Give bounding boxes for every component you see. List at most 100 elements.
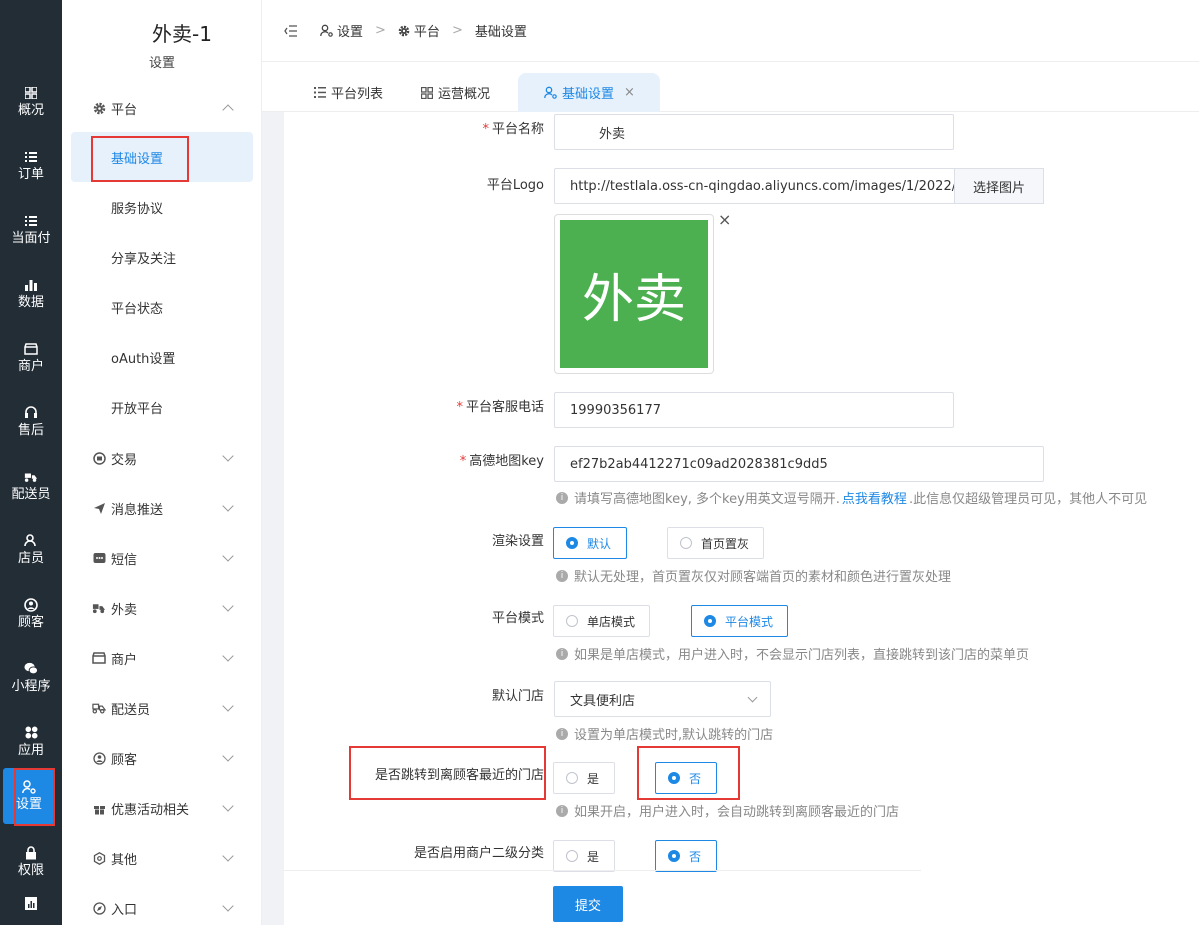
sidebar-item-open-platform[interactable]: 开放平台: [71, 382, 253, 432]
rail-label: 概况: [17, 102, 44, 118]
sidebar-group-promotions[interactable]: 优惠活动相关: [62, 793, 262, 823]
radio-dot: [680, 537, 692, 549]
platform-logo-url-input[interactable]: http://testlala.oss-cn-qingdao.aliyuncs.…: [554, 168, 955, 204]
sidebar-group-platform[interactable]: 平台: [62, 93, 262, 123]
render-label: 渲染设置: [491, 534, 544, 549]
required-asterisk: *: [482, 122, 489, 137]
sidebar-item-oauth[interactable]: oAuth设置: [71, 332, 253, 382]
rail-label: 小程序: [11, 678, 51, 694]
rail-item-merchant[interactable]: 商户: [0, 328, 62, 388]
radio-dot: [566, 537, 578, 549]
render-option-grey[interactable]: 首页置灰: [667, 527, 764, 559]
submit-button[interactable]: 提交: [553, 886, 623, 922]
sidebar-item-share-follow[interactable]: 分享及关注: [71, 232, 253, 282]
rail-item-staff[interactable]: 店员: [0, 520, 62, 580]
sidebar-item-label: 基础设置: [111, 151, 164, 167]
tab-operations-overview[interactable]: 运营概况: [409, 73, 502, 112]
radio-dot: [566, 772, 578, 784]
help-text: 请填写高德地图key, 多个key用英文逗号隔开.: [574, 492, 840, 507]
sidebar-group-label: 入口: [111, 902, 138, 918]
chevron-down-icon: [747, 692, 758, 703]
settings-user-icon: [22, 779, 36, 794]
collapse-menu-icon[interactable]: [284, 24, 298, 37]
rail-item-orders[interactable]: 订单: [0, 136, 62, 196]
sidebar-group-customer[interactable]: 顾客: [62, 743, 262, 773]
rail-label: 数据: [17, 294, 44, 310]
breadcrumb-item[interactable]: 设置: [337, 21, 363, 40]
default-store-label: 默认门店: [491, 689, 544, 704]
render-option-default[interactable]: 默认: [553, 527, 627, 559]
rail-item-face-pay[interactable]: 当面付: [0, 200, 62, 260]
close-icon[interactable]: ×: [624, 85, 635, 100]
rail-label: 售后: [17, 422, 44, 438]
rail-label: 配送员: [11, 486, 51, 502]
rail-item-customer[interactable]: 顾客: [0, 584, 62, 644]
tab-platform-list[interactable]: 平台列表: [302, 73, 395, 112]
sidebar-group-push[interactable]: 消息推送: [62, 493, 262, 523]
select-value: 文具便利店: [570, 693, 636, 709]
rail-item-permission[interactable]: 权限: [0, 832, 62, 892]
tutorial-link[interactable]: 点我看教程: [842, 488, 907, 507]
breadcrumb: 设置 > 平台 > 基础设置: [320, 21, 527, 40]
mode-option-single[interactable]: 单店模式: [553, 605, 650, 637]
tab-basic-settings[interactable]: 基础设置 ×: [518, 73, 660, 112]
sub-category-label: 是否启用商户二级分类: [413, 846, 544, 861]
default-store-select[interactable]: 文具便利店: [554, 681, 771, 717]
sidebar-group-label: 商户: [111, 652, 138, 668]
sub-category-no[interactable]: 否: [655, 840, 717, 872]
rail-label: 当面付: [11, 230, 51, 246]
sidebar-item-label: 服务协议: [111, 201, 164, 217]
sidebar-group-courier[interactable]: 配送员: [62, 693, 262, 723]
jump-nearest-yes[interactable]: 是: [553, 762, 615, 794]
sidebar-group-trade[interactable]: 交易: [62, 443, 262, 473]
platform-name-input[interactable]: 外卖: [554, 114, 954, 150]
sidebar-group-sms[interactable]: 短信: [62, 543, 262, 573]
sidebar-item-basic-settings[interactable]: 基础设置: [71, 132, 253, 182]
user-circle-icon: [92, 751, 106, 765]
rail-item-overview[interactable]: 概况: [0, 72, 62, 132]
rail-label: 设置: [15, 796, 42, 812]
mode-option-platform[interactable]: 平台模式: [691, 605, 788, 637]
chevron-down-icon: [222, 900, 234, 912]
rail-item-data[interactable]: 数据: [0, 264, 62, 324]
platform-name-label: * 平台名称: [284, 122, 544, 138]
choose-image-button[interactable]: 选择图片: [954, 168, 1044, 204]
footer-divider: [284, 870, 921, 871]
logo-image: 外卖: [560, 220, 708, 368]
radio-label: 是: [587, 771, 600, 786]
rail-label: 应用: [17, 742, 44, 758]
breadcrumb-item[interactable]: 平台: [414, 21, 440, 40]
sidebar-item-service-agreement[interactable]: 服务协议: [71, 182, 253, 232]
rail-label: 商户: [17, 358, 44, 374]
rail-item-courier[interactable]: 配送员: [0, 456, 62, 516]
chevron-down-icon: [222, 600, 234, 612]
rail-item-apps[interactable]: 应用: [0, 712, 62, 772]
label-text: 平台客服电话: [465, 400, 544, 415]
map-key-input[interactable]: ef27b2ab4412271c09ad2028381c9dd5: [554, 446, 1044, 482]
sidebar-group-merchant[interactable]: 商户: [62, 643, 262, 673]
phone-input[interactable]: 19990356177: [554, 392, 954, 428]
mode-label: 平台模式: [491, 611, 544, 626]
rail-item-more[interactable]: [0, 896, 62, 925]
sidebar-item-label: 分享及关注: [111, 251, 177, 267]
sub-category-yes[interactable]: 是: [553, 840, 615, 872]
message-icon: [92, 551, 106, 565]
sidebar-group-label: 其他: [111, 852, 138, 868]
breadcrumb-separator: >: [451, 23, 463, 38]
wallet-icon: [92, 451, 106, 465]
rail-item-settings[interactable]: 设置: [3, 768, 55, 824]
settings-sidebar: 外卖-1 设置 平台 基础设置 服务协议 分享及关注 平台状态 oAuth设置 …: [62, 0, 262, 925]
rail-item-aftersale[interactable]: 售后: [0, 392, 62, 452]
remove-logo-icon[interactable]: ×: [718, 210, 731, 229]
sidebar-group-takeout[interactable]: 外卖: [62, 593, 262, 623]
help-text: .此信息仅超级管理员可见，其他人不可见: [908, 492, 1148, 507]
sidebar-item-label: 平台状态: [111, 301, 164, 317]
chevron-down-icon: [222, 500, 234, 512]
jump-nearest-no[interactable]: 否: [655, 762, 717, 794]
jump-nearest-help: i 如果开启，用户进入时，会自动跳转到离顾客最近的门店: [556, 801, 899, 820]
sidebar-group-entry[interactable]: 入口: [62, 893, 262, 923]
rail-item-miniprogram[interactable]: 小程序: [0, 648, 62, 708]
page-tabs: 平台列表 运营概况 基础设置 ×: [262, 62, 1199, 112]
sidebar-group-other[interactable]: 其他: [62, 843, 262, 873]
sidebar-item-platform-status[interactable]: 平台状态: [71, 282, 253, 332]
